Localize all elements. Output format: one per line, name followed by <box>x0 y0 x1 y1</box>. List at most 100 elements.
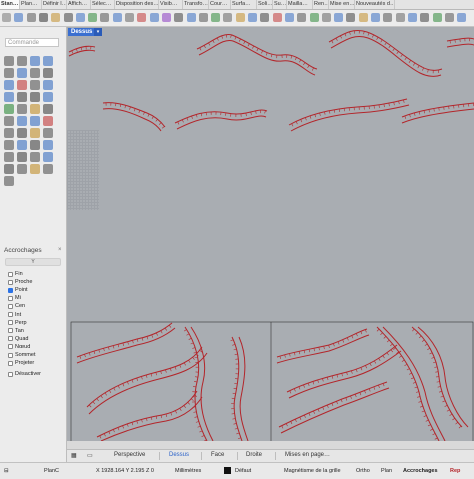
tab-front[interactable]: Face <box>211 452 224 458</box>
zoom-extents-icon[interactable] <box>174 13 183 22</box>
record-history-toggle[interactable]: Rep <box>450 468 460 474</box>
tool-34-icon[interactable] <box>17 152 27 162</box>
help-icon[interactable] <box>396 13 405 22</box>
ribbon-tab-10[interactable]: Surfa… <box>231 0 257 9</box>
ribbon-tab-11[interactable]: Soli… <box>257 0 273 9</box>
tool-14-icon[interactable] <box>17 92 27 102</box>
layers-icon[interactable] <box>285 13 294 22</box>
lock-icon[interactable] <box>383 13 392 22</box>
tool-9-icon[interactable] <box>4 80 14 90</box>
tool-40-icon[interactable] <box>43 164 53 174</box>
checkbox-icon[interactable] <box>8 361 13 366</box>
tool-6-icon[interactable] <box>17 68 27 78</box>
tool-38-icon[interactable] <box>17 164 27 174</box>
tool-17-icon[interactable] <box>4 104 14 114</box>
tab-top[interactable]: Dessus <box>169 452 189 458</box>
wireframe-icon[interactable] <box>236 13 245 22</box>
osnap-item-int[interactable]: Int <box>8 311 21 319</box>
tool-11-icon[interactable] <box>30 80 40 90</box>
layer-name[interactable]: Défaut <box>235 468 251 474</box>
ribbon-tab-3[interactable]: Définir l… <box>42 0 67 9</box>
tool-23-icon[interactable] <box>30 116 40 126</box>
ribbon-tab-4[interactable]: Affich… <box>67 0 91 9</box>
rotate-view-icon[interactable] <box>137 13 146 22</box>
osnap-item-projeter[interactable]: Projeter <box>8 359 34 367</box>
tool-39-icon[interactable] <box>30 164 40 174</box>
select-icon[interactable] <box>223 13 232 22</box>
grid-icon[interactable] <box>359 13 368 22</box>
tab-right[interactable]: Droite <box>246 452 262 458</box>
ribbon-tab-8[interactable]: Transfo… <box>183 0 209 9</box>
tool-36-icon[interactable] <box>43 152 53 162</box>
checkbox-icon[interactable] <box>8 288 13 293</box>
cloud-icon[interactable] <box>420 13 429 22</box>
single-view-icon[interactable]: ▭ <box>87 452 93 459</box>
ribbon-tab-16[interactable]: Nouveautés d… <box>355 0 395 9</box>
planar-toggle[interactable]: Plan <box>381 468 392 474</box>
tool-20-icon[interactable] <box>43 104 53 114</box>
ribbon-tab-12[interactable]: Su… <box>273 0 287 9</box>
tool-7-icon[interactable] <box>30 68 40 78</box>
tool-21-icon[interactable] <box>4 116 14 126</box>
command-input[interactable]: Commande <box>5 38 59 47</box>
ribbon-tab-14[interactable]: Ren… <box>313 0 329 9</box>
tool-33-icon[interactable] <box>4 152 14 162</box>
tool-12-icon[interactable] <box>43 80 53 90</box>
osnap-toggle[interactable]: Accrochages <box>403 468 438 474</box>
checkbox-icon[interactable] <box>8 320 13 325</box>
render-icon[interactable] <box>334 13 343 22</box>
history-icon[interactable] <box>408 13 417 22</box>
ellipse-icon[interactable] <box>445 13 454 22</box>
grid-layout-icon[interactable]: ▦ <box>71 452 77 459</box>
zoom-selected-icon[interactable] <box>187 13 196 22</box>
checkbox-icon[interactable] <box>8 304 13 309</box>
layer-color-swatch[interactable] <box>224 467 231 474</box>
tool-1-icon[interactable] <box>4 56 14 66</box>
tool-31-icon[interactable] <box>30 140 40 150</box>
osnap-filter-button[interactable]: Y <box>5 258 61 266</box>
ribbon-tab-5[interactable]: Sélec… <box>91 0 115 9</box>
osnap-item-proche[interactable]: Proche <box>8 278 32 286</box>
construction-plane[interactable]: PlanC <box>44 468 59 474</box>
checkbox-icon[interactable] <box>8 296 13 301</box>
save-icon[interactable] <box>27 13 36 22</box>
zoom-icon[interactable] <box>150 13 159 22</box>
drawing-canvas[interactable] <box>67 27 474 441</box>
checkbox-icon[interactable] <box>8 312 13 317</box>
ribbon-tab-1[interactable]: Stan… <box>0 0 20 9</box>
tool-16-icon[interactable] <box>43 92 53 102</box>
checkbox-icon[interactable] <box>8 372 13 377</box>
ribbon-tab-9[interactable]: Cour… <box>209 0 231 9</box>
tool-10-icon[interactable] <box>17 80 27 90</box>
osnap-item-point[interactable]: Point <box>8 286 28 294</box>
tool-5-icon[interactable] <box>4 68 14 78</box>
rendered-icon[interactable] <box>260 13 269 22</box>
osnap-item-tan[interactable]: Tan <box>8 327 24 335</box>
ribbon-tab-13[interactable]: Mailla… <box>287 0 313 9</box>
tool-4-icon[interactable] <box>43 56 53 66</box>
tool-2-icon[interactable] <box>17 56 27 66</box>
tab-perspective[interactable]: Perspective <box>114 452 145 458</box>
material-icon[interactable] <box>322 13 331 22</box>
osnap-item-cen[interactable]: Cen <box>8 302 25 310</box>
pan-icon[interactable] <box>125 13 134 22</box>
checkbox-icon[interactable] <box>8 272 13 277</box>
ortho-toggle[interactable]: Ortho <box>356 468 370 474</box>
checkbox-icon[interactable] <box>8 280 13 285</box>
osnap-item-quad[interactable]: Quad <box>8 335 28 343</box>
redo-icon[interactable] <box>113 13 122 22</box>
tool-28-icon[interactable] <box>43 128 53 138</box>
paste-icon[interactable] <box>88 13 97 22</box>
tool-25-icon[interactable] <box>4 128 14 138</box>
open-file-icon[interactable] <box>14 13 23 22</box>
osnap-panel-close-icon[interactable]: × <box>58 247 62 253</box>
ribbon-tab-7[interactable]: Visib… <box>159 0 183 9</box>
viewport-top[interactable] <box>67 27 474 441</box>
undo-icon[interactable] <box>100 13 109 22</box>
snap-icon[interactable] <box>371 13 380 22</box>
osnap-item-sommet[interactable]: Sommet <box>8 351 35 359</box>
collapse-icon[interactable]: ⊟ <box>4 468 9 474</box>
ribbon-tab-15[interactable]: Mise en… <box>329 0 355 9</box>
tool-22-icon[interactable] <box>17 116 27 126</box>
tool-41-icon[interactable] <box>4 176 14 186</box>
